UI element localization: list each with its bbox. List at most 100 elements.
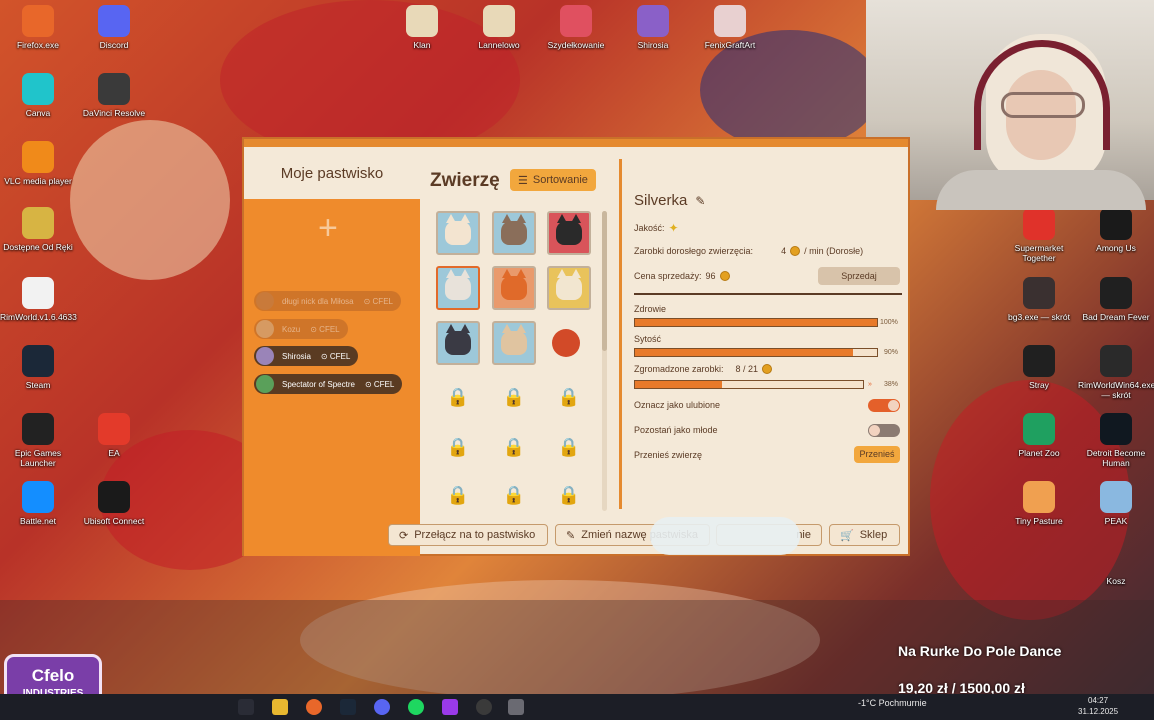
file-explorer-icon[interactable]	[272, 699, 288, 715]
animal-slot-selected[interactable]	[436, 266, 480, 310]
among-us-icon	[1100, 208, 1132, 240]
discord-taskbar-icon[interactable]	[374, 699, 390, 715]
desktop-icon-dostepne[interactable]: Dostępne Od Ręki	[0, 207, 76, 252]
lock-icon: 🔒	[502, 437, 526, 457]
add-pasture-button[interactable]: +	[318, 211, 338, 245]
clan-tag: ⊙ CFEL	[310, 324, 340, 334]
canva-icon	[22, 73, 54, 105]
desktop-icon-bg3[interactable]: bg3.exe — skrót	[1001, 277, 1077, 322]
desktop-icon-planet-zoo[interactable]: Planet Zoo	[1001, 413, 1077, 458]
tiny-pasture-taskbar-icon[interactable]	[508, 699, 524, 715]
obs-taskbar-icon[interactable]	[476, 699, 492, 715]
desktop-icon-firefox[interactable]: Firefox.exe	[0, 5, 76, 50]
desktop-icon-ubisoft[interactable]: Ubisoft Connect	[76, 481, 152, 526]
desktop-icon-davinci[interactable]: DaVinci Resolve	[76, 73, 152, 118]
desktop-icon-among-us[interactable]: Among Us	[1078, 208, 1154, 253]
move-button[interactable]: Przenieś	[854, 446, 900, 463]
lock-icon: 🔒	[502, 485, 526, 505]
spotify-taskbar-icon[interactable]	[408, 699, 424, 715]
system-clock[interactable]: 04:27 31.12.2025	[1078, 695, 1118, 717]
desktop-icon-battlenet[interactable]: Battle.net	[0, 481, 76, 526]
desktop-icon-supermarket[interactable]: Supermarket Together	[1001, 208, 1077, 263]
desktop-icon-stray[interactable]: Stray	[1001, 345, 1077, 390]
desktop-icon-szydelkowanie[interactable]: Szydełkowanie	[538, 5, 614, 50]
app-taskbar-icon[interactable]	[442, 699, 458, 715]
davinci-icon	[98, 73, 130, 105]
desktop-icon-discord[interactable]: Discord	[76, 5, 152, 50]
battlenet-icon	[22, 481, 54, 513]
avatar	[256, 375, 274, 393]
desktop-icon-recycle-bin[interactable]: Kosz	[1078, 576, 1154, 586]
friend-row[interactable]: długi nick dla Miłosa ⊙ CFEL	[254, 291, 401, 311]
lock-icon: 🔒	[502, 387, 526, 407]
avatar	[256, 320, 274, 338]
pixel-cloud	[650, 517, 800, 555]
steam-taskbar-icon[interactable]	[340, 699, 356, 715]
coin-icon	[762, 364, 773, 374]
animal-slot[interactable]	[547, 266, 591, 310]
desktop-icon-detroit[interactable]: Detroit Become Human	[1078, 413, 1154, 468]
gathered-percent: 38%	[884, 381, 899, 388]
lock-icon: 🔒	[446, 387, 470, 407]
lock-icon: 🔒	[557, 437, 581, 457]
desktop-icon-peak[interactable]: PEAK	[1078, 481, 1154, 526]
bg3-icon	[1023, 277, 1055, 309]
weather-widget[interactable]: -1°C Pochmurnie	[858, 698, 927, 708]
switch-pasture-button[interactable]: ⟳ Przełącz na to pastwisko	[388, 524, 548, 546]
desktop-icon-rimworld-win[interactable]: RimWorldWin64.exe — skrót	[1078, 345, 1154, 400]
wallpaper-figure	[70, 120, 230, 280]
friend-row[interactable]: Kozu ⊙ CFEL	[254, 319, 348, 339]
streamer-body	[936, 170, 1146, 210]
desktop-icon-shirosia[interactable]: Shirosia	[615, 5, 691, 50]
animal-slot[interactable]	[492, 266, 536, 310]
desktop-icon-fenixgraftart[interactable]: FenixGraftArt	[692, 5, 768, 50]
friend-row[interactable]: Spectator of Spectre ⊙ CFEL	[254, 374, 403, 394]
desktop-icon-lannelowo[interactable]: Lannelowo	[461, 5, 537, 50]
document-icon	[483, 5, 515, 37]
friend-row[interactable]: Shirosia ⊙ CFEL	[254, 346, 359, 366]
tiny-pasture-icon	[1023, 481, 1055, 513]
firefox-taskbar-icon[interactable]	[306, 699, 322, 715]
desktop-icon-klan[interactable]: Klan	[384, 5, 460, 50]
cat-icon	[501, 214, 527, 245]
desktop-icon-vlc[interactable]: VLC media player	[0, 141, 76, 186]
desktop-icon-ea[interactable]: EA	[76, 413, 152, 458]
favorite-toggle[interactable]	[868, 399, 900, 412]
quality-row: Jakość: ✦	[634, 221, 679, 235]
epic-games-icon	[22, 413, 54, 445]
cat-icon	[1023, 345, 1055, 377]
animal-slot[interactable]	[547, 211, 591, 255]
pasture-title: Moje pastwisko	[280, 165, 384, 182]
sort-button[interactable]: ☰ Sortowanie	[510, 169, 596, 191]
gathered-row: Zgromadzone zarobki: 8 / 21	[634, 364, 773, 374]
task-view-icon[interactable]	[238, 699, 254, 715]
satiety-fill	[635, 349, 853, 356]
animal-slot[interactable]	[436, 211, 480, 255]
sell-button[interactable]: Sprzedaj	[818, 267, 900, 285]
scrollbar-thumb[interactable]	[602, 211, 607, 351]
animal-slot[interactable]	[436, 321, 480, 365]
cat-icon	[556, 214, 582, 245]
peak-icon	[1100, 481, 1132, 513]
shop-button[interactable]: 🛒 Sklep	[829, 524, 900, 546]
desktop-icon-tiny-pasture[interactable]: Tiny Pasture	[1001, 481, 1077, 526]
young-toggle[interactable]	[868, 424, 900, 437]
clan-tag: ⊙ CFEL	[320, 351, 351, 361]
desktop-icon-bad-dream[interactable]: Bad Dream Fever	[1078, 277, 1154, 322]
desktop-icon-canva[interactable]: Canva	[0, 73, 76, 118]
edit-pencil-icon[interactable]: ✎	[695, 194, 705, 208]
panel-divider	[619, 159, 622, 509]
cat-icon	[501, 269, 527, 300]
cat-icon	[445, 269, 471, 300]
pasture-panel: Moje pastwisko + długi nick dla Miłosa ⊙…	[244, 147, 420, 556]
desktop-icon-steam[interactable]: Steam	[0, 345, 76, 390]
toggle-knob	[888, 400, 899, 411]
app-icon	[637, 5, 669, 37]
desktop-icon-epic[interactable]: Epic Games Launcher	[0, 413, 76, 468]
animal-slot[interactable]	[492, 321, 536, 365]
animal-slot[interactable]	[492, 211, 536, 255]
animal-scrollbar[interactable]	[602, 211, 607, 511]
lock-icon: 🔒	[446, 437, 470, 457]
desktop-icon-rimworld[interactable]: RimWorld.v1.6.4633	[0, 277, 77, 322]
lock-icon: 🔒	[557, 387, 581, 407]
